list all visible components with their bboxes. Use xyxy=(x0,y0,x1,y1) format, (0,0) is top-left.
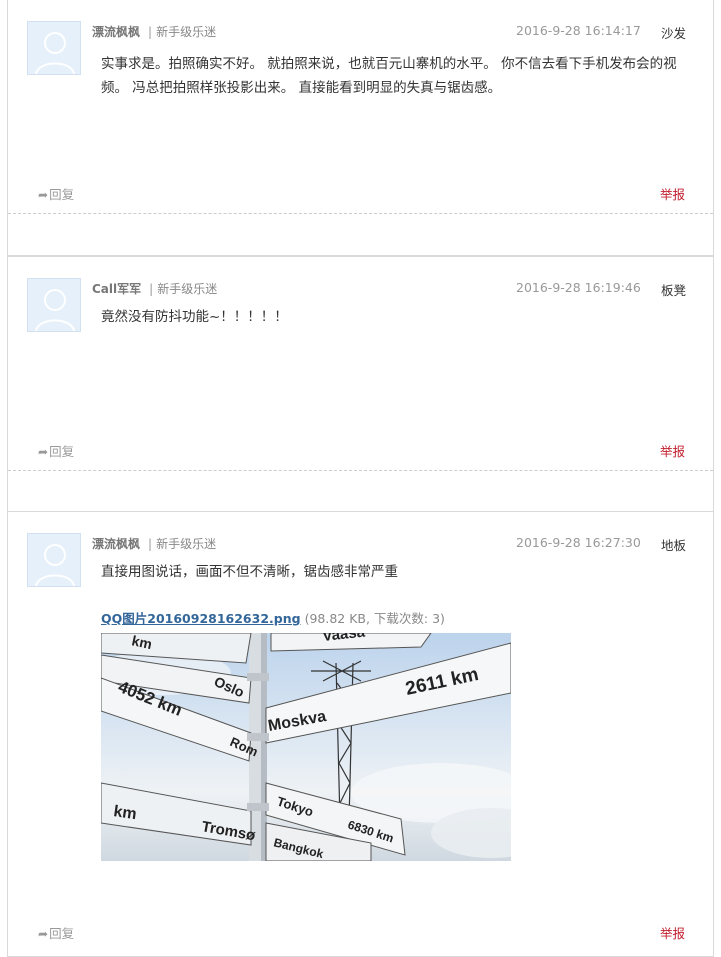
comment-content: 竟然没有防抖功能~！！！！！ xyxy=(101,309,288,325)
floor-label[interactable]: 沙发 xyxy=(661,23,686,42)
author-name[interactable]: 漂流枫枫 xyxy=(92,537,140,551)
comment-card: 漂流枫枫 | 新手级乐迷 2016-9-28 16:27:30 地板 直接用图说话，… xyxy=(7,511,714,957)
comment-content: 实事求是。拍照确实不好。 就拍照来说，也就百元山寨机的水平。 你不信去看下手机发… xyxy=(101,56,677,96)
reply-arrow-icon: ➦ xyxy=(38,445,49,459)
attachment-link[interactable]: QQ图片20160928162632.png xyxy=(101,611,301,626)
divider xyxy=(8,470,713,471)
user-placeholder-icon xyxy=(35,544,75,586)
avatar[interactable] xyxy=(27,533,81,587)
post-time: 2016-9-28 16:19:46 xyxy=(516,280,641,295)
report-button[interactable]: 举报 xyxy=(660,441,685,460)
author-name[interactable]: 漂流枫枫 xyxy=(92,25,140,39)
post-time: 2016-9-28 16:14:17 xyxy=(516,23,641,38)
sign-km-left: km xyxy=(112,803,137,823)
attachment-info: (98.82 KB, 下载次数: 3) xyxy=(304,611,445,626)
reply-button[interactable]: ➦回复 xyxy=(38,923,74,942)
user-level: 新手级乐迷 xyxy=(156,537,217,551)
user-level: 新手级乐迷 xyxy=(157,282,218,296)
reply-button[interactable]: ➦回复 xyxy=(38,441,74,460)
comment-meta: 漂流枫枫 | 新手级乐迷 xyxy=(92,23,216,40)
meta-separator: | xyxy=(148,25,153,39)
reply-label: 回复 xyxy=(49,444,75,459)
author-name[interactable]: Call军军 xyxy=(92,282,141,296)
divider xyxy=(8,213,713,214)
reply-button[interactable]: ➦回复 xyxy=(38,184,74,203)
comment-meta: 漂流枫枫 | 新手级乐迷 xyxy=(92,535,216,552)
report-button[interactable]: 举报 xyxy=(660,184,685,203)
reply-arrow-icon: ➦ xyxy=(38,927,49,941)
comment-card: Call军军 | 新手级乐迷 2016-9-28 16:19:46 板凳 竟然没有防… xyxy=(7,256,714,512)
reply-arrow-icon: ➦ xyxy=(38,188,49,202)
user-placeholder-icon xyxy=(35,32,75,74)
attachment: QQ图片20160928162632.png (98.82 KB, 下载次数: 3… xyxy=(101,608,445,627)
comment-content: 直接用图说话，画面不但不清晰，锯齿感非常严重 xyxy=(101,564,398,580)
user-level: 新手级乐迷 xyxy=(156,25,217,39)
user-placeholder-icon xyxy=(35,289,75,331)
meta-separator: | xyxy=(149,282,154,296)
report-button[interactable]: 举报 xyxy=(660,923,685,942)
attachment-image[interactable]: Vaasa km Oslo 4052 km Rom Moskva 2611 km… xyxy=(101,633,511,861)
avatar[interactable] xyxy=(27,278,81,332)
post-time: 2016-9-28 16:27:30 xyxy=(516,535,641,550)
meta-separator: | xyxy=(148,537,153,551)
comment-meta: Call军军 | 新手级乐迷 xyxy=(92,280,217,297)
reply-label: 回复 xyxy=(49,926,75,941)
comment-card: 漂流枫枫 | 新手级乐迷 2016-9-28 16:14:17 沙发 实事求是。拍照… xyxy=(7,0,714,256)
signpost-photo: Vaasa km Oslo 4052 km Rom Moskva 2611 km… xyxy=(101,633,511,861)
avatar[interactable] xyxy=(27,21,81,75)
floor-label[interactable]: 地板 xyxy=(661,535,686,554)
reply-label: 回复 xyxy=(49,187,75,202)
floor-label[interactable]: 板凳 xyxy=(661,280,686,299)
